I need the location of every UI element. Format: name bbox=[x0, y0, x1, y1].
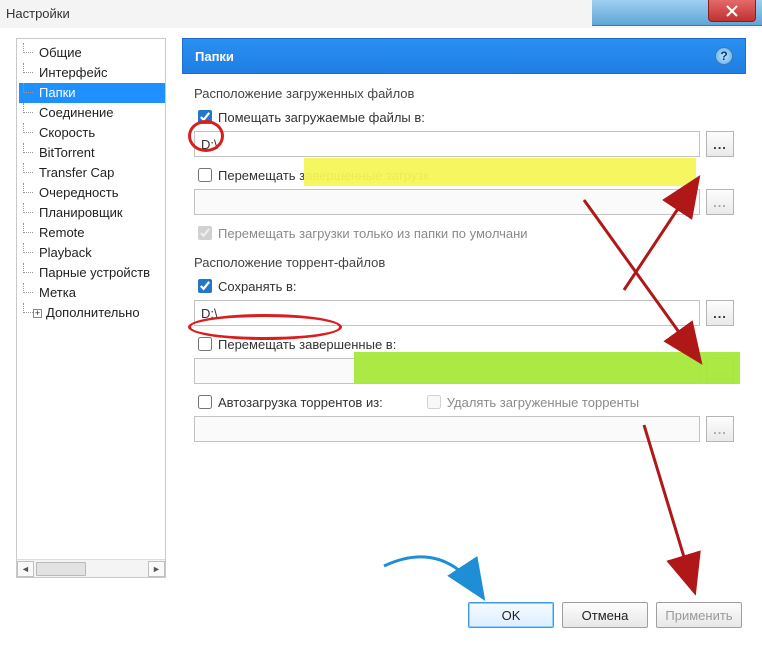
sidebar-item-bittorrent[interactable]: BitTorrent bbox=[19, 143, 165, 163]
chk-delete-loaded-label: Удалять загруженные торренты bbox=[447, 395, 639, 410]
browse-completed-button: ... bbox=[706, 189, 734, 215]
chk-save-torrents-label[interactable]: Сохранять в: bbox=[218, 279, 297, 294]
chk-move-completed-downloads-label[interactable]: Перемещать завершенные загрузк bbox=[218, 168, 429, 183]
plus-icon: + bbox=[33, 309, 42, 318]
sidebar-item-advanced[interactable]: +Дополнительно bbox=[19, 303, 165, 323]
browse-completed-torrents-button: ... bbox=[706, 358, 734, 384]
chk-autoload-torrents-label[interactable]: Автозагрузка торрентов из: bbox=[218, 395, 383, 410]
scroll-right-icon[interactable]: ► bbox=[148, 561, 165, 577]
scroll-left-icon[interactable]: ◄ bbox=[17, 561, 34, 577]
completed-path-input bbox=[194, 189, 700, 215]
sidebar-item-remote[interactable]: Remote bbox=[19, 223, 165, 243]
chk-delete-loaded bbox=[427, 395, 441, 409]
section-torrent-location: Расположение торрент-файлов bbox=[194, 255, 746, 270]
apply-button: Применить bbox=[656, 602, 742, 628]
chk-move-completed-downloads[interactable] bbox=[198, 168, 212, 182]
sidebar-item-interface[interactable]: Интерфейс bbox=[19, 63, 165, 83]
browse-autoload-button: ... bbox=[706, 416, 734, 442]
window-close-button[interactable] bbox=[708, 0, 756, 22]
sidebar-item-transfercap[interactable]: Transfer Cap bbox=[19, 163, 165, 183]
section-download-location: Расположение загруженных файлов bbox=[194, 86, 746, 101]
browse-downloads-button[interactable]: ... bbox=[706, 131, 734, 157]
sidebar-item-connection[interactable]: Соединение bbox=[19, 103, 165, 123]
main-panel: Папки ? Расположение загруженных файлов … bbox=[182, 38, 746, 586]
torrents-path-input[interactable] bbox=[194, 300, 700, 326]
sidebar: Общие Интерфейс Папки Соединение Скорост… bbox=[16, 38, 166, 578]
chk-move-only-default bbox=[198, 226, 212, 240]
browse-torrents-button[interactable]: ... bbox=[706, 300, 734, 326]
help-icon[interactable]: ? bbox=[715, 47, 733, 65]
scrollbar-thumb[interactable] bbox=[36, 562, 86, 576]
sidebar-item-speed[interactable]: Скорость bbox=[19, 123, 165, 143]
chk-autoload-torrents[interactable] bbox=[198, 395, 212, 409]
chk-move-completed-torrents[interactable] bbox=[198, 337, 212, 351]
cancel-button[interactable]: Отмена bbox=[562, 602, 648, 628]
sidebar-item-scheduler[interactable]: Планировщик bbox=[19, 203, 165, 223]
chk-move-completed-torrents-label[interactable]: Перемещать завершенные в: bbox=[218, 337, 396, 352]
chk-move-only-default-label: Перемещать загрузки только из папки по у… bbox=[218, 226, 528, 241]
sidebar-item-playback[interactable]: Playback bbox=[19, 243, 165, 263]
completed-torrents-path-input bbox=[194, 358, 700, 384]
sidebar-item-paired[interactable]: Парные устройств bbox=[19, 263, 165, 283]
sidebar-item-folders[interactable]: Папки bbox=[19, 83, 165, 103]
chk-save-torrents[interactable] bbox=[198, 279, 212, 293]
chk-put-downloads[interactable] bbox=[198, 110, 212, 124]
chk-put-downloads-label[interactable]: Помещать загружаемые файлы в: bbox=[218, 110, 425, 125]
panel-title: Папки bbox=[195, 49, 234, 64]
downloads-path-input[interactable] bbox=[194, 131, 700, 157]
sidebar-item-label[interactable]: Метка bbox=[19, 283, 165, 303]
sidebar-item-general[interactable]: Общие bbox=[19, 43, 165, 63]
sidebar-item-queue[interactable]: Очередность bbox=[19, 183, 165, 203]
window-title: Настройки bbox=[6, 6, 70, 21]
ok-button[interactable]: OK bbox=[468, 602, 554, 628]
autoload-path-input bbox=[194, 416, 700, 442]
